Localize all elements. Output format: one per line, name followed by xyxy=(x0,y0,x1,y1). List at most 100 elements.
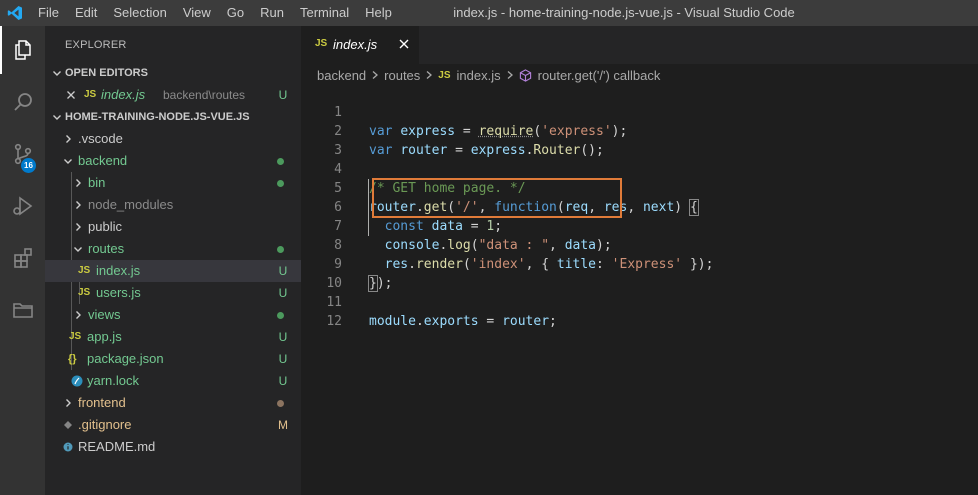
status-dot xyxy=(277,158,284,165)
search-icon[interactable] xyxy=(0,78,45,126)
project-header[interactable]: HOME-TRAINING-NODE.JS-VUE.JS xyxy=(45,106,301,128)
json-file-icon: {} xyxy=(68,353,77,365)
tab-label: index.js xyxy=(333,37,378,52)
menu-file[interactable]: File xyxy=(30,0,67,26)
tree-item-label: .gitignore xyxy=(78,417,132,432)
chevron-right-icon xyxy=(371,70,379,80)
extensions-icon[interactable] xyxy=(0,234,45,282)
open-editors-label: OPEN EDITORS xyxy=(65,67,148,79)
tree-item-label: node_modules xyxy=(88,197,174,212)
tree-file-package-json[interactable]: {} package.json U xyxy=(45,348,301,370)
chevron-down-icon xyxy=(49,62,65,84)
tree-file-users-js[interactable]: JS users.js U xyxy=(45,282,301,304)
status-badge: U xyxy=(278,88,288,102)
line-number: 12 xyxy=(326,314,342,329)
js-file-icon: JS xyxy=(69,331,82,342)
js-file-icon: JS xyxy=(78,287,91,298)
code-text: module.exports = router; xyxy=(369,314,557,329)
title-bar: File Edit Selection View Go Run Terminal… xyxy=(0,0,978,26)
status-badge: M xyxy=(278,418,288,432)
tree-folder-vscode[interactable]: .vscode xyxy=(45,128,301,150)
menu-help[interactable]: Help xyxy=(357,0,400,26)
breadcrumb-item[interactable]: backend xyxy=(317,68,366,83)
breadcrumb-item[interactable]: routes xyxy=(384,68,420,83)
breadcrumb-item[interactable]: index.js xyxy=(457,68,501,83)
menu-terminal[interactable]: Terminal xyxy=(292,0,357,26)
open-editor-item[interactable]: JS index.js backend\routes U xyxy=(45,84,301,106)
status-badge: U xyxy=(278,286,288,300)
code-line: 3 xyxy=(301,122,978,158)
open-editors-header[interactable]: OPEN EDITORS xyxy=(45,62,301,84)
tree-item-label: app.js xyxy=(87,329,122,344)
tree-folder-views[interactable]: views xyxy=(45,304,301,326)
project-label: HOME-TRAINING-NODE.JS-VUE.JS xyxy=(65,111,250,123)
js-file-icon: JS xyxy=(84,89,97,100)
status-badge: U xyxy=(278,330,288,344)
close-icon[interactable] xyxy=(397,37,411,51)
code-editor[interactable]: 1 var express = require('express'); 2 va… xyxy=(301,84,978,495)
tree-item-label: backend xyxy=(78,153,128,168)
chevron-right-icon xyxy=(70,216,86,238)
status-badge: U xyxy=(278,264,288,278)
tree-file-index-js[interactable]: JS index.js U xyxy=(45,260,301,282)
tree-item-label: package.json xyxy=(87,351,164,366)
tree-folder-routes[interactable]: routes xyxy=(45,238,301,260)
code-line: 9 }); xyxy=(301,236,978,292)
explorer-sidebar: EXPLORER OPEN EDITORS JS index.js backen… xyxy=(45,26,301,495)
code-line: 11 module.exports = router; xyxy=(301,274,978,329)
tree-folder-backend[interactable]: backend xyxy=(45,150,301,172)
chevron-right-icon xyxy=(60,392,76,414)
tree-item-label: index.js xyxy=(96,263,141,278)
annotation-highlight-box xyxy=(372,178,622,218)
close-icon[interactable] xyxy=(63,84,79,106)
tree-folder-node-modules[interactable]: node_modules xyxy=(45,194,301,216)
tree-folder-frontend[interactable]: frontend xyxy=(45,392,301,414)
tree-file-gitignore[interactable]: .gitignore M xyxy=(45,414,301,436)
chevron-down-icon xyxy=(70,238,86,260)
tree-item-label: .vscode xyxy=(78,131,123,146)
chevron-right-icon xyxy=(506,70,514,80)
code-line: 8 res.render('index', { title: 'Express'… xyxy=(301,217,978,272)
remote-explorer-icon[interactable] xyxy=(0,286,45,334)
tree-item-label: README.md xyxy=(78,439,156,454)
menu-view[interactable]: View xyxy=(175,0,219,26)
tree-item-label: bin xyxy=(88,175,106,190)
explorer-icon[interactable] xyxy=(0,26,45,74)
status-dot xyxy=(277,400,284,407)
code-line: 4 /* GET home page. */ xyxy=(301,141,978,196)
breadcrumb-item[interactable]: router.get('/') callback xyxy=(538,68,661,83)
explorer-title: EXPLORER xyxy=(65,39,127,51)
gitignore-icon xyxy=(60,414,76,436)
status-dot xyxy=(277,246,284,253)
js-file-icon: JS xyxy=(315,38,328,49)
chevron-right-icon xyxy=(425,70,433,80)
info-icon xyxy=(60,436,76,458)
js-file-icon: JS xyxy=(78,265,91,276)
tree-item-label: public xyxy=(88,219,122,234)
tab-index-js[interactable]: JS index.js xyxy=(301,26,419,64)
menu-run[interactable]: Run xyxy=(252,0,292,26)
tree-file-readme[interactable]: README.md xyxy=(45,436,301,458)
chevron-right-icon xyxy=(70,172,86,194)
tree-file-yarn-lock[interactable]: yarn.lock U xyxy=(45,370,301,392)
status-badge: U xyxy=(278,374,288,388)
activity-bar: 16 xyxy=(0,26,45,495)
open-editor-name: index.js xyxy=(101,87,146,102)
menu-go[interactable]: Go xyxy=(219,0,252,26)
code-line: 5 router.get('/', function(req, res, nex… xyxy=(301,160,978,216)
tree-folder-public[interactable]: public xyxy=(45,216,301,238)
tree-item-label: routes xyxy=(88,241,125,256)
run-debug-icon[interactable] xyxy=(0,182,45,230)
breadcrumb: backend routes JS index.js router.get('/… xyxy=(301,64,978,86)
chevron-right-icon xyxy=(70,304,86,326)
code-line: 2 var router = express.Router(); xyxy=(301,103,978,158)
yarn-icon xyxy=(69,370,85,392)
tree-folder-bin[interactable]: bin xyxy=(45,172,301,194)
source-control-icon[interactable]: 16 xyxy=(0,130,45,178)
menu-edit[interactable]: Edit xyxy=(67,0,105,26)
tree-file-app-js[interactable]: JS app.js U xyxy=(45,326,301,348)
editor-tabs: JS index.js xyxy=(301,26,978,64)
menu-selection[interactable]: Selection xyxy=(105,0,174,26)
code-line: 12 xyxy=(301,293,978,329)
chevron-right-icon xyxy=(60,128,76,150)
